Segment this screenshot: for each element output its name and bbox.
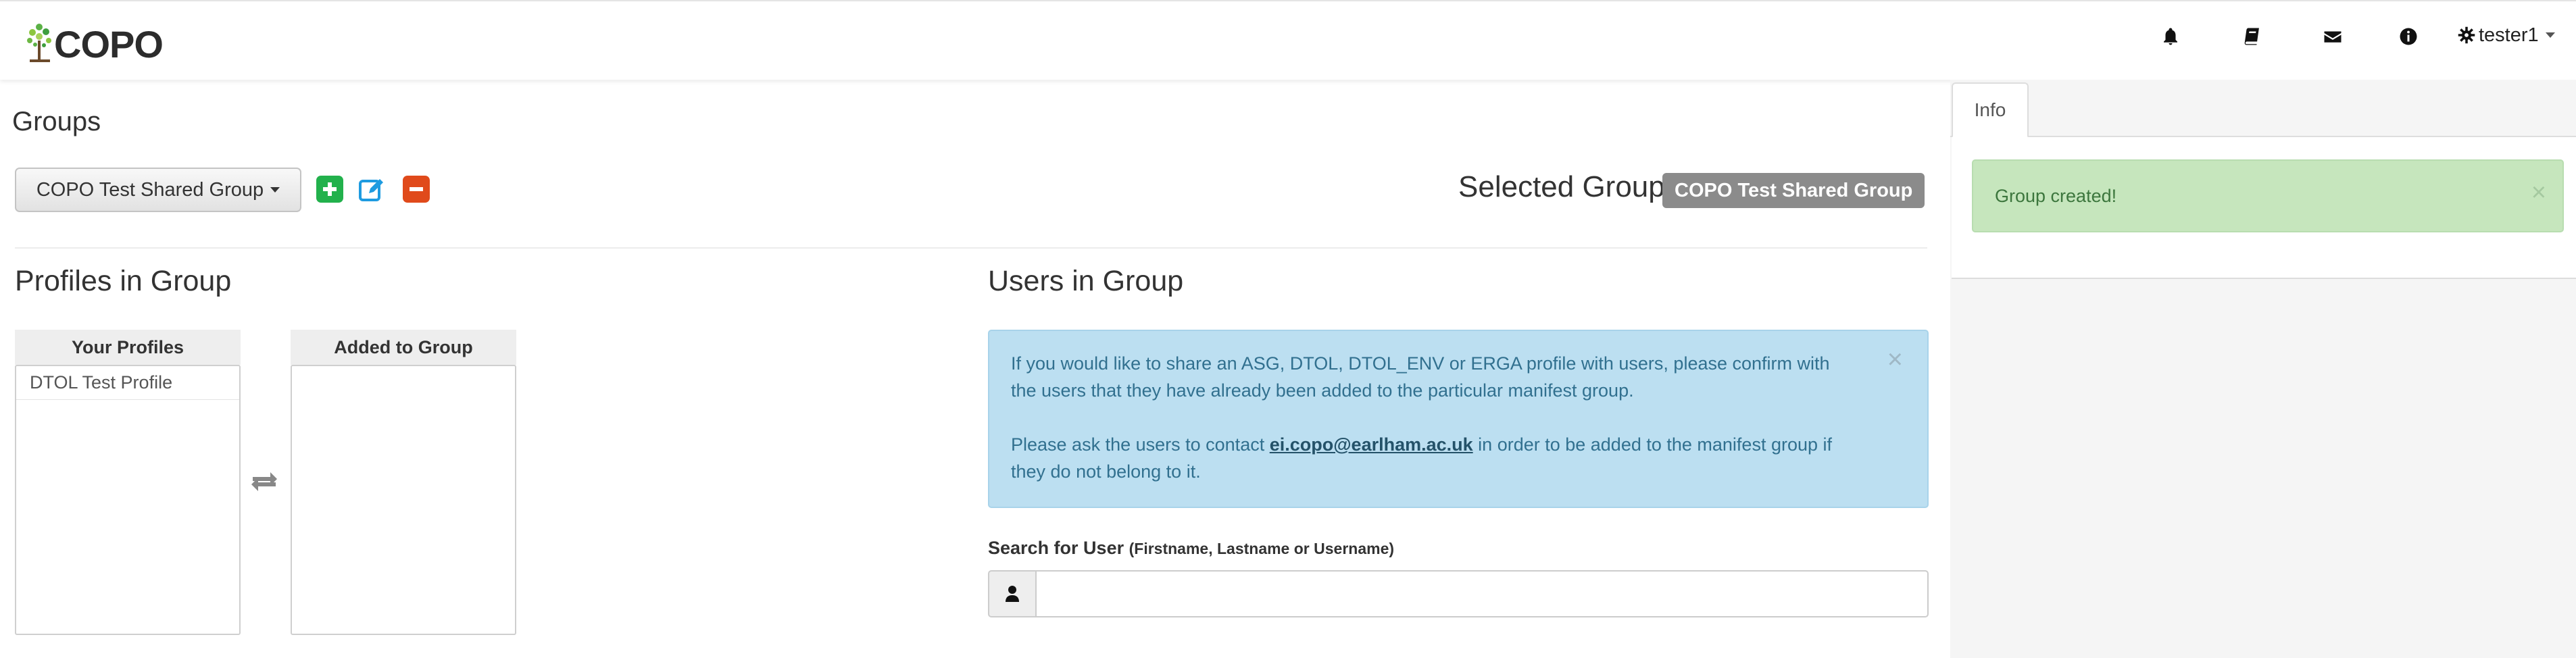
added-to-group-header: Added to Group — [291, 330, 516, 365]
info-icon[interactable] — [2396, 24, 2421, 49]
search-user-label: Search for User (Firstname, Lastname or … — [988, 538, 1394, 559]
divider — [15, 247, 1927, 249]
copo-logo[interactable]: COPO — [24, 20, 164, 66]
user-icon — [988, 570, 1037, 617]
minus-icon — [410, 187, 423, 191]
add-group-button[interactable] — [316, 176, 343, 203]
top-navbar: COPO tester1 — [0, 0, 2576, 80]
book-icon[interactable] — [2239, 24, 2264, 49]
envelope-icon[interactable] — [2321, 24, 2345, 49]
list-item[interactable]: DTOL Test Profile — [16, 366, 239, 400]
chevron-down-icon — [2545, 32, 2555, 38]
edit-group-button[interactable] — [358, 176, 385, 203]
group-select-dropdown[interactable]: COPO Test Shared Group — [15, 168, 301, 212]
search-user-input[interactable] — [1037, 570, 1929, 617]
page-title: Groups — [12, 107, 101, 136]
tree-logo-icon — [27, 24, 51, 62]
selected-group-label: Selected Group: — [1458, 170, 1673, 203]
plus-icon — [323, 182, 337, 196]
brand-name: COPO — [54, 23, 164, 66]
contact-email-link[interactable]: ei.copo@earlham.ac.uk — [1270, 434, 1473, 455]
gear-icon — [2458, 26, 2475, 44]
added-to-group-list[interactable] — [291, 365, 516, 635]
chevron-down-icon — [270, 187, 280, 193]
tab-info[interactable]: Info — [1952, 82, 2029, 138]
close-icon[interactable]: × — [2531, 178, 2546, 207]
delete-group-button[interactable] — [403, 176, 430, 203]
alert-paragraph: If you would like to share an ASG, DTOL,… — [1011, 353, 1830, 401]
success-message: Group created! — [1995, 185, 2117, 206]
your-profiles-header: Your Profiles — [15, 330, 241, 365]
manifest-info-alert: If you would like to share an ASG, DTOL,… — [988, 330, 1929, 508]
group-select-label: COPO Test Shared Group — [36, 178, 264, 201]
success-alert: Group created! × — [1972, 159, 2564, 232]
bell-icon[interactable] — [2158, 24, 2183, 49]
selected-group-badge: COPO Test Shared Group — [1662, 173, 1925, 208]
users-section-title: Users in Group — [988, 265, 1184, 297]
search-user-group — [988, 570, 1929, 617]
profiles-section-title: Profiles in Group — [15, 265, 232, 297]
alert-paragraph: Please ask the users to contact ei.copo@… — [1011, 431, 1860, 485]
edit-icon — [359, 179, 383, 201]
alert-text: Please ask the users to contact — [1011, 434, 1270, 455]
swap-arrows-icon[interactable] — [249, 466, 280, 497]
close-icon[interactable]: × — [1887, 346, 1903, 373]
your-profiles-list[interactable]: DTOL Test Profile — [15, 365, 241, 635]
user-menu[interactable]: tester1 — [2457, 22, 2555, 49]
search-label-text: Search for User — [988, 538, 1124, 558]
username: tester1 — [2479, 24, 2539, 46]
search-label-hint: (Firstname, Lastname or Username) — [1129, 540, 1395, 557]
